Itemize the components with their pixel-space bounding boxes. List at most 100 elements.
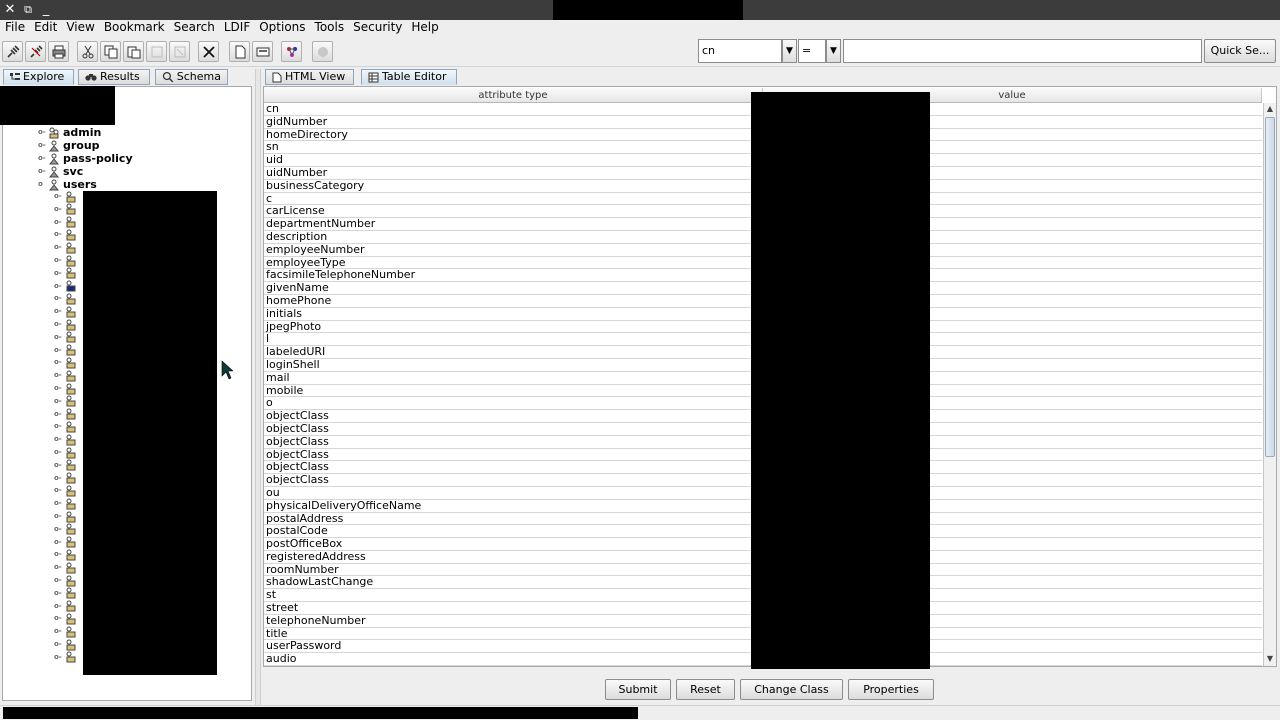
- menu-ldif[interactable]: LDIF: [219, 20, 254, 36]
- expand-arrow-icon[interactable]: o-: [54, 459, 64, 472]
- tree-node-user-entry[interactable]: o-: [54, 254, 79, 267]
- menu-help[interactable]: Help: [406, 20, 442, 36]
- tree-node-user-entry[interactable]: o-: [54, 356, 79, 369]
- expand-arrow-icon[interactable]: o-: [54, 241, 64, 254]
- expand-arrow-icon[interactable]: o-: [54, 651, 64, 664]
- tree-node-user-entry[interactable]: o-: [54, 484, 79, 497]
- expand-arrow-icon[interactable]: o-: [54, 510, 64, 523]
- expand-arrow-icon[interactable]: o-: [54, 574, 64, 587]
- expand-arrow-icon[interactable]: o-: [54, 497, 64, 510]
- expand-arrow-icon[interactable]: o-: [54, 228, 64, 241]
- menu-tools[interactable]: Tools: [310, 20, 349, 36]
- tree-node-user-entry[interactable]: o-: [54, 190, 79, 203]
- expand-arrow-icon[interactable]: o-: [54, 356, 64, 369]
- paste-button[interactable]: [123, 41, 144, 62]
- stop-button[interactable]: [312, 41, 333, 62]
- expand-arrow-icon[interactable]: o-: [38, 126, 48, 139]
- tab-results[interactable]: Results: [78, 69, 150, 85]
- tree-node-user-entry[interactable]: o-: [54, 395, 79, 408]
- expand-arrow-icon[interactable]: o-: [54, 612, 64, 625]
- close-window-icon[interactable]: ✕: [2, 2, 18, 18]
- tree-node-user-entry[interactable]: o-: [54, 625, 79, 638]
- search-value-input[interactable]: [843, 39, 1202, 63]
- quick-search-button[interactable]: Quick Se...: [1204, 39, 1276, 63]
- search-attribute-select[interactable]: cn: [698, 39, 782, 63]
- tree-node-user-entry[interactable]: o-: [54, 536, 79, 549]
- column-header-attribute-type[interactable]: attribute type: [264, 88, 763, 103]
- expand-arrow-icon[interactable]: o-: [54, 267, 64, 280]
- connect-button[interactable]: [2, 41, 23, 62]
- expand-arrow-icon[interactable]: o-: [54, 408, 64, 421]
- disconnect-button[interactable]: [25, 41, 46, 62]
- expand-arrow-icon[interactable]: o-: [54, 523, 64, 536]
- tree-node-user-entry[interactable]: o-: [54, 318, 79, 331]
- tree-node-user-entry[interactable]: o-: [54, 216, 79, 229]
- collapse-arrow-icon[interactable]: o: [38, 178, 48, 191]
- tab-table-editor[interactable]: Table Editor: [361, 69, 457, 85]
- copy-button[interactable]: [100, 41, 121, 62]
- tree-node-user-entry[interactable]: o-: [54, 305, 79, 318]
- tree-node-user-entry[interactable]: o-: [54, 408, 79, 421]
- tree-node-user-entry[interactable]: o-: [54, 280, 79, 293]
- menu-bookmark[interactable]: Bookmark: [99, 20, 169, 36]
- tree-node-user-entry[interactable]: o-: [54, 561, 79, 574]
- tree-node-user-entry[interactable]: o-: [54, 203, 79, 216]
- expand-arrow-icon[interactable]: o-: [54, 369, 64, 382]
- expand-arrow-icon[interactable]: o-: [54, 536, 64, 549]
- expand-arrow-icon[interactable]: o-: [54, 382, 64, 395]
- properties-button[interactable]: Properties: [848, 679, 934, 700]
- print-button[interactable]: [48, 41, 69, 62]
- expand-arrow-icon[interactable]: o-: [54, 305, 64, 318]
- expand-arrow-icon[interactable]: o-: [54, 280, 64, 293]
- tree-node-user-entry[interactable]: o-: [54, 331, 79, 344]
- expand-arrow-icon[interactable]: o-: [38, 165, 48, 178]
- expand-arrow-icon[interactable]: o-: [54, 587, 64, 600]
- tree-node-user-entry[interactable]: o-: [54, 459, 79, 472]
- tree-node-user-entry[interactable]: o-: [54, 241, 79, 254]
- expand-arrow-icon[interactable]: o-: [54, 446, 64, 459]
- tree-node-admin[interactable]: o- admin: [38, 126, 101, 139]
- panel-splitter[interactable]: [255, 69, 261, 705]
- search-operator-select[interactable]: =: [798, 39, 826, 63]
- expand-arrow-icon[interactable]: o-: [54, 344, 64, 357]
- expand-arrow-icon[interactable]: o-: [54, 600, 64, 613]
- tree-node-user-entry[interactable]: o-: [54, 638, 79, 651]
- tree-node-user-entry[interactable]: o-: [54, 267, 79, 280]
- tree-node-user-entry[interactable]: o-: [54, 510, 79, 523]
- scroll-thumb[interactable]: [1265, 117, 1275, 457]
- tree-node-group[interactable]: o- group: [38, 139, 100, 152]
- tree-node-user-entry[interactable]: o-: [54, 420, 79, 433]
- rename-button[interactable]: [169, 41, 190, 62]
- expand-arrow-icon[interactable]: o-: [38, 139, 48, 152]
- expand-arrow-icon[interactable]: o-: [54, 331, 64, 344]
- tab-schema[interactable]: Schema: [155, 69, 228, 85]
- tree-node-user-entry[interactable]: o-: [54, 574, 79, 587]
- tree-node-user-entry[interactable]: o-: [54, 446, 79, 459]
- expand-arrow-icon[interactable]: o-: [54, 433, 64, 446]
- tree-node-user-entry[interactable]: o-: [54, 292, 79, 305]
- submit-button[interactable]: Submit: [605, 679, 671, 700]
- expand-arrow-icon[interactable]: o-: [54, 625, 64, 638]
- expand-arrow-icon[interactable]: o-: [54, 561, 64, 574]
- minimize-window-icon[interactable]: _: [38, 2, 54, 18]
- tree-node-user-entry[interactable]: o-: [54, 548, 79, 561]
- maximize-window-icon[interactable]: ⧉: [20, 2, 36, 18]
- expand-arrow-icon[interactable]: o-: [54, 420, 64, 433]
- tree-node-user-entry[interactable]: o-: [54, 600, 79, 613]
- tree-node-user-entry[interactable]: o-: [54, 472, 79, 485]
- menu-edit[interactable]: Edit: [29, 20, 61, 36]
- new-entry-button[interactable]: [229, 41, 250, 62]
- menu-security[interactable]: Security: [348, 20, 406, 36]
- tree-node-user-entry[interactable]: o-: [54, 369, 79, 382]
- expand-arrow-icon[interactable]: o-: [54, 190, 64, 203]
- tree-node-pass-policy[interactable]: o- pass-policy: [38, 152, 133, 165]
- tree-node-svc[interactable]: o- svc: [38, 165, 83, 178]
- expand-arrow-icon[interactable]: o-: [54, 292, 64, 305]
- delete-button[interactable]: [198, 41, 219, 62]
- tree-node-user-entry[interactable]: o-: [54, 382, 79, 395]
- operator-dropdown-arrow-icon[interactable]: ▼: [826, 39, 841, 63]
- scroll-up-arrow-icon[interactable]: ▲: [1264, 103, 1276, 115]
- cut-button[interactable]: [77, 41, 98, 62]
- table-vertical-scrollbar[interactable]: ▲ ▼: [1263, 103, 1276, 666]
- tree-node-user-entry[interactable]: o-: [54, 651, 79, 664]
